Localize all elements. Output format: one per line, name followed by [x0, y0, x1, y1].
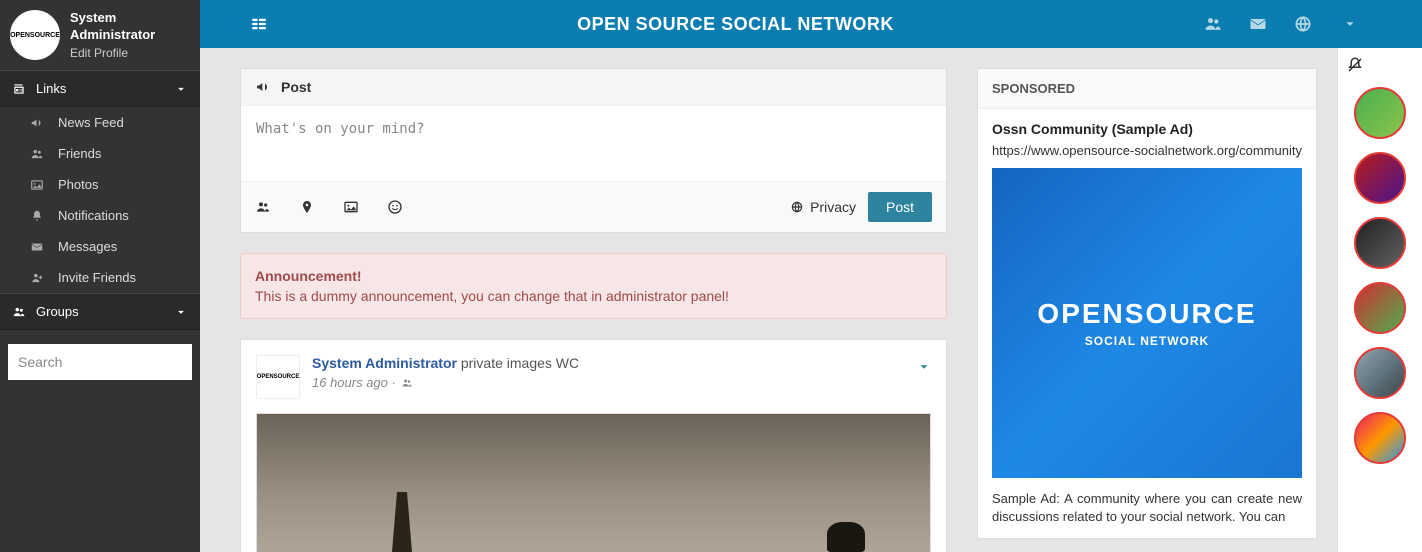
sponsored-description: Sample Ad: A community where you can cre…	[992, 490, 1302, 526]
post-image[interactable]	[256, 413, 931, 552]
friends-privacy-icon	[401, 377, 413, 389]
image-icon[interactable]	[343, 199, 359, 215]
post-author-link[interactable]: System Administrator	[312, 355, 457, 371]
nav-news-feed[interactable]: News Feed	[0, 107, 200, 138]
profile-box: OPENSOURCE System Administrator Edit Pro…	[0, 0, 200, 70]
chevron-down-icon	[174, 82, 188, 96]
globe-icon[interactable]	[1293, 14, 1313, 34]
nav-item-label: Friends	[58, 146, 101, 161]
post-context: private images WC	[457, 355, 579, 371]
user-plus-icon	[30, 271, 44, 285]
privacy-label: Privacy	[810, 199, 856, 215]
bell-icon	[30, 209, 44, 223]
location-icon[interactable]	[299, 199, 315, 215]
privacy-button[interactable]: Privacy	[790, 199, 856, 215]
avatar[interactable]: OPENSOURCE	[10, 10, 60, 60]
chevron-down-icon	[174, 305, 188, 319]
friends-icon[interactable]	[1203, 14, 1223, 34]
feed-post: OPENSOURCE System Administrator private …	[240, 339, 947, 552]
bullhorn-icon	[255, 79, 271, 95]
tag-friends-icon[interactable]	[255, 199, 271, 215]
nav-item-label: Messages	[58, 239, 117, 254]
announcement-body: This is a dummy announcement, you can ch…	[255, 288, 932, 304]
chat-user-avatar[interactable]	[1354, 412, 1406, 464]
user-menu-caret-icon[interactable]	[1343, 17, 1357, 31]
nav-section-groups[interactable]: Groups	[0, 293, 200, 330]
messages-icon[interactable]	[1248, 14, 1268, 34]
emoji-icon[interactable]	[387, 199, 403, 215]
post-author-avatar[interactable]: OPENSOURCE	[256, 355, 300, 399]
sponsored-image[interactable]: OPENSOURCE SOCIAL NETWORK	[992, 168, 1302, 478]
edit-profile-link[interactable]: Edit Profile	[70, 46, 155, 60]
sponsored-url[interactable]: https://www.opensource-socialnetwork.org…	[992, 143, 1302, 158]
chat-user-avatar[interactable]	[1354, 282, 1406, 334]
profile-name-line1: System	[70, 10, 155, 27]
nav-item-label: Invite Friends	[58, 270, 136, 285]
nav-invite-friends[interactable]: Invite Friends	[0, 262, 200, 293]
sponsored-card: SPONSORED Ossn Community (Sample Ad) htt…	[977, 68, 1317, 539]
sponsored-img-line1: OPENSOURCE	[1037, 298, 1256, 330]
nav-item-label: Notifications	[58, 208, 129, 223]
composer-title: Post	[281, 79, 311, 95]
nav-friends[interactable]: Friends	[0, 138, 200, 169]
search-input[interactable]	[8, 344, 192, 380]
nav-photos[interactable]: Photos	[0, 169, 200, 200]
globe-icon	[790, 200, 804, 214]
announcement-title: Announcement!	[255, 268, 932, 284]
chat-user-avatar[interactable]	[1354, 87, 1406, 139]
sponsored-img-line2: SOCIAL NETWORK	[1085, 334, 1209, 348]
sidebar: OPENSOURCE System Administrator Edit Pro…	[0, 0, 200, 552]
bullhorn-icon	[30, 116, 44, 130]
post-composer: Post Privacy	[240, 68, 947, 233]
mute-icon[interactable]	[1346, 56, 1364, 74]
nav-section-links[interactable]: Links	[0, 70, 200, 107]
envelope-icon	[30, 240, 44, 254]
nav-item-label: Photos	[58, 177, 98, 192]
chat-strip	[1337, 48, 1422, 552]
post-time: 16 hours ago ·	[312, 375, 396, 390]
post-button[interactable]: Post	[868, 192, 932, 222]
newspaper-icon	[12, 82, 26, 96]
nav-section-groups-label: Groups	[36, 304, 79, 319]
topbar: OPEN SOURCE SOCIAL NETWORK	[200, 0, 1422, 48]
profile-name-line2: Administrator	[70, 27, 155, 44]
menu-toggle-icon[interactable]	[250, 15, 268, 33]
nav-item-label: News Feed	[58, 115, 124, 130]
chat-user-avatar[interactable]	[1354, 152, 1406, 204]
announcement-box: Announcement! This is a dummy announceme…	[240, 253, 947, 319]
nav-notifications[interactable]: Notifications	[0, 200, 200, 231]
composer-textarea[interactable]	[256, 121, 931, 161]
app-title: OPEN SOURCE SOCIAL NETWORK	[268, 14, 1203, 35]
post-menu-button[interactable]	[917, 360, 931, 374]
chat-user-avatar[interactable]	[1354, 217, 1406, 269]
users-icon	[12, 305, 26, 319]
nav-section-links-label: Links	[36, 81, 66, 96]
sponsored-section-title: SPONSORED	[978, 69, 1316, 109]
chat-user-avatar[interactable]	[1354, 347, 1406, 399]
nav-messages[interactable]: Messages	[0, 231, 200, 262]
image-icon	[30, 178, 44, 192]
sponsored-heading[interactable]: Ossn Community (Sample Ad)	[992, 121, 1302, 137]
users-icon	[30, 147, 44, 161]
